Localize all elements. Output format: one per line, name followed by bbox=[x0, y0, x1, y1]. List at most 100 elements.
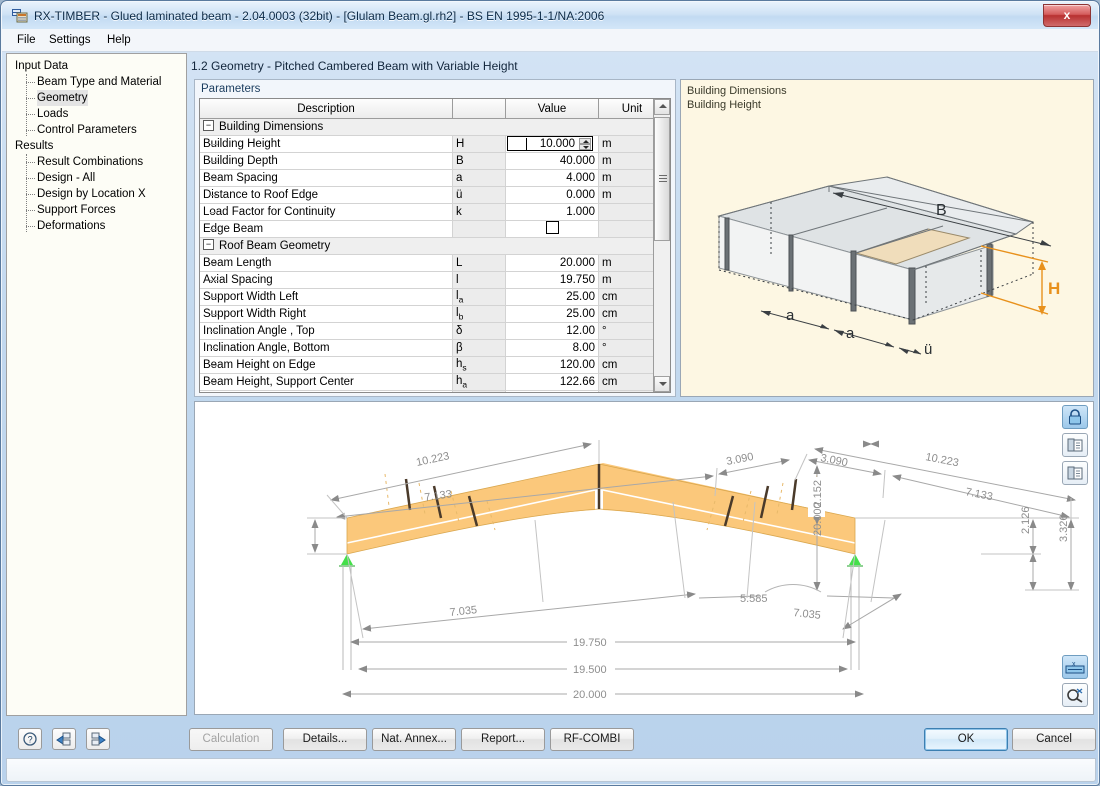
ok-button[interactable]: OK bbox=[924, 728, 1008, 751]
beam-drawing-panel: 10.223 7.133 3.090 3.090 10.223 7.133 2.… bbox=[194, 401, 1094, 715]
sidebar-item-deformations[interactable]: Deformations bbox=[37, 218, 105, 234]
status-bar bbox=[6, 758, 1096, 782]
cell-description: Building Height bbox=[200, 135, 453, 153]
lock-icon[interactable] bbox=[1062, 405, 1088, 429]
group-collapse-icon[interactable]: − bbox=[203, 120, 214, 132]
cell-value[interactable]: 4.000 bbox=[505, 169, 599, 187]
hide-dimensions-icon[interactable] bbox=[1062, 683, 1088, 707]
tree-leaf-dash bbox=[210, 297, 218, 298]
sidebar-item-loads[interactable]: Loads bbox=[37, 106, 68, 122]
dim-span-clear: 19.500 bbox=[573, 664, 607, 676]
sidebar-item-control-parameters[interactable]: Control Parameters bbox=[37, 122, 137, 138]
application-window: RX-TIMBER - Glued laminated beam - 2.04.… bbox=[0, 0, 1100, 786]
table-row[interactable]: Edge Beam bbox=[200, 220, 666, 238]
menu-settings[interactable]: Settings bbox=[42, 32, 98, 48]
cell-value[interactable]: 20.000 bbox=[505, 254, 599, 272]
report-button[interactable]: Report... bbox=[461, 728, 545, 751]
table-row[interactable]: Beam Length L 20.000 m bbox=[200, 254, 666, 272]
group-collapse-icon[interactable]: − bbox=[203, 239, 214, 251]
cancel-button[interactable]: Cancel bbox=[1012, 728, 1096, 751]
table-row[interactable]: Support Width Right lb 25.00 cm bbox=[200, 305, 666, 323]
cell-symbol: B bbox=[452, 152, 506, 170]
table-row[interactable]: Beam Height on Edge hs 120.00 cm bbox=[200, 356, 666, 374]
cell-symbol: β bbox=[452, 339, 506, 357]
drawing-toolbar-bottom: x bbox=[1062, 655, 1090, 711]
cell-value[interactable]: 25.00 bbox=[505, 305, 599, 323]
sidebar-item-design-by-location-x[interactable]: Design by Location X bbox=[37, 186, 146, 202]
cell-description: Inclination Angle , Top bbox=[200, 322, 453, 340]
spinner-buttons[interactable] bbox=[579, 138, 591, 151]
scroll-down-button[interactable] bbox=[654, 376, 670, 392]
table-group-row[interactable]: − Building Dimensions bbox=[200, 118, 666, 136]
cell-value[interactable]: 19.750 bbox=[505, 271, 599, 289]
column-header-symbol[interactable] bbox=[452, 99, 506, 119]
table-row[interactable]: Inclination Angle, Bottom β 8.00 ° bbox=[200, 339, 666, 357]
copy-icon-2[interactable] bbox=[1062, 461, 1088, 485]
table-row[interactable]: Beam Spacing a 4.000 m bbox=[200, 169, 666, 187]
sidebar-item-support-forces[interactable]: Support Forces bbox=[37, 202, 116, 218]
close-button[interactable]: x bbox=[1043, 4, 1091, 27]
cell-symbol: δ bbox=[452, 322, 506, 340]
scroll-up-button[interactable] bbox=[654, 99, 670, 115]
table-row[interactable]: Distance to Roof Edge ü 0.000 m bbox=[200, 186, 666, 204]
help-icon[interactable]: ? bbox=[18, 728, 42, 750]
table-group-row[interactable]: − Roof Beam Geometry bbox=[200, 237, 666, 255]
sidebar-item-geometry[interactable]: Geometry bbox=[37, 90, 88, 106]
details-button[interactable]: Details... bbox=[283, 728, 367, 751]
cell-symbol: ha bbox=[452, 373, 506, 391]
edge-beam-checkbox[interactable] bbox=[545, 221, 559, 234]
table-row[interactable]: Support Width Left la 25.00 cm bbox=[200, 288, 666, 306]
nat-annex-button[interactable]: Nat. Annex... bbox=[372, 728, 456, 751]
cell-value[interactable]: 120.00 bbox=[505, 356, 599, 374]
client-area: Input Data Beam Type and Material Geomet… bbox=[6, 53, 1096, 721]
sidebar-item-beam-type-and-material[interactable]: Beam Type and Material bbox=[37, 74, 161, 90]
symbol-subscript: a bbox=[462, 379, 468, 390]
menu-help[interactable]: Help bbox=[100, 32, 138, 48]
cell-value[interactable]: 8.00 bbox=[505, 339, 599, 357]
cell-value[interactable]: 25.00 bbox=[505, 288, 599, 306]
table-row[interactable]: Beam Height, Support Center ha 122.66 cm bbox=[200, 373, 666, 391]
symbol-subscript: b bbox=[458, 311, 464, 322]
cell-value[interactable]: 40.000 bbox=[505, 152, 599, 170]
building-3d-illustration: B H a a ü bbox=[717, 176, 1060, 358]
sidebar-item-design-all[interactable]: Design - All bbox=[37, 170, 95, 186]
spinner-down-icon[interactable] bbox=[579, 144, 591, 150]
column-header-description[interactable]: Description bbox=[200, 99, 453, 119]
cell-value[interactable]: 10.000 bbox=[505, 135, 599, 153]
beam-elevation-drawing: 10.223 7.133 3.090 3.090 10.223 7.133 2.… bbox=[307, 402, 1079, 701]
cell-value[interactable]: 1.000 bbox=[505, 203, 599, 221]
column-header-value[interactable]: Value bbox=[505, 99, 599, 119]
scrollbar-thumb[interactable] bbox=[654, 117, 670, 241]
cell-value[interactable]: 122.66 bbox=[505, 373, 599, 391]
sidebar-item-result-combinations[interactable]: Result Combinations bbox=[37, 154, 143, 170]
next-icon[interactable] bbox=[86, 728, 110, 750]
calculation-button[interactable]: Calculation bbox=[189, 728, 273, 751]
cell-value[interactable]: 20.000 bbox=[505, 390, 599, 392]
table-row[interactable]: Load Factor for Continuity k 1.000 bbox=[200, 203, 666, 221]
cell-description: Support Width Left bbox=[200, 288, 453, 306]
previous-icon[interactable] bbox=[52, 728, 76, 750]
table-scrollbar[interactable] bbox=[653, 99, 670, 392]
table-row[interactable]: Building Height H 10.000 m bbox=[200, 135, 666, 153]
parameters-table: Description Value Unit − Building Dimensi… bbox=[200, 99, 666, 392]
table-row[interactable]: Axial Spacing l 19.750 m bbox=[200, 271, 666, 289]
dim-right-h2: 3.326 bbox=[1058, 514, 1070, 542]
cell-value[interactable]: 12.00 bbox=[505, 322, 599, 340]
cell-value[interactable] bbox=[505, 220, 599, 238]
menu-file[interactable]: File bbox=[10, 32, 43, 48]
cell-symbol: H bbox=[452, 135, 506, 153]
cell-value[interactable]: 0.000 bbox=[505, 186, 599, 204]
table-row[interactable]: Building Depth B 40.000 m bbox=[200, 152, 666, 170]
cell-description: Building Depth bbox=[200, 152, 453, 170]
cell-symbol: a bbox=[452, 169, 506, 187]
copy-icon-1[interactable] bbox=[1062, 433, 1088, 457]
rf-combi-button[interactable]: RF-COMBI bbox=[550, 728, 634, 751]
value-spin-input[interactable]: 10.000 bbox=[507, 136, 593, 151]
dim-top-center-left: 3.090 bbox=[725, 451, 754, 468]
dimension-label-B: B bbox=[936, 202, 947, 219]
tree-leaf-dash bbox=[210, 263, 218, 264]
tree-leaf-dash bbox=[210, 331, 218, 332]
table-row[interactable]: Radius of Curvature for Lower ChordR20.0… bbox=[200, 390, 666, 392]
dimension-icon[interactable]: x bbox=[1062, 655, 1088, 679]
table-row[interactable]: Inclination Angle , Top δ 12.00 ° bbox=[200, 322, 666, 340]
